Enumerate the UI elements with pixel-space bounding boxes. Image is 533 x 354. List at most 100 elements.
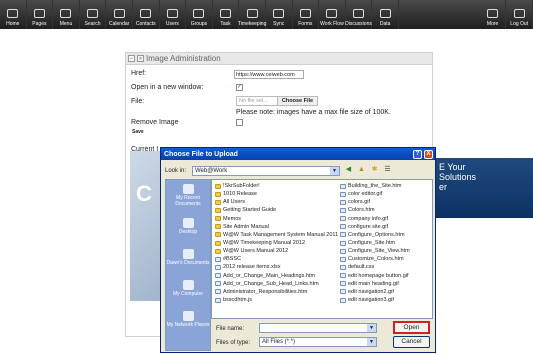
- close-panel-icon[interactable]: ×: [137, 55, 144, 62]
- file-list-item[interactable]: Colors.htm: [340, 206, 410, 214]
- file-list-item[interactable]: 1010 Release: [215, 190, 338, 198]
- panel-title: Image Administration: [146, 54, 221, 63]
- file-list-item[interactable]: default.css: [340, 263, 410, 271]
- file-list-item[interactable]: Site Admin Manual: [215, 223, 338, 231]
- file-list-item[interactable]: color editor.gif: [340, 190, 410, 198]
- places-bar: My Recent Documents Desktop Dawn's Documen…: [165, 179, 211, 351]
- place-label: Desktop: [178, 228, 198, 235]
- place-my-network-places[interactable]: My Network Places: [166, 304, 210, 335]
- file-chooser[interactable]: No file sel... Choose File: [236, 96, 318, 106]
- banner-line-3: er: [439, 182, 448, 192]
- nav-item-users[interactable]: Users: [160, 0, 187, 29]
- new-window-label: Open in a new window:: [131, 84, 204, 91]
- file-icon: [340, 240, 346, 246]
- file-name: bsscdhtm.js: [223, 297, 253, 304]
- file-list-item[interactable]: Add_or_Change_Sub_Head_Links.htm: [215, 280, 338, 288]
- file-icon: [340, 281, 346, 287]
- place-dawn-s-documents[interactable]: Dawn's Documents: [166, 242, 210, 273]
- file-name: Customize_Colors.htm: [348, 256, 404, 263]
- file-list-item[interactable]: Getting Started Guide: [215, 206, 338, 214]
- file-list-item[interactable]: Building_the_Site.htm: [340, 182, 410, 190]
- file-list-item[interactable]: Add_or_Change_Main_Headings.htm: [215, 272, 338, 280]
- place-my-computer[interactable]: My Computer: [166, 273, 210, 304]
- look-in-select[interactable]: Web@Work ▼: [192, 165, 340, 176]
- nav-item-task[interactable]: Task: [213, 0, 240, 29]
- nav-item-label: Home: [6, 21, 20, 27]
- file-icon: [340, 216, 346, 222]
- file-upload-dialog: Choose File to Upload ? X Look in: Web@W…: [160, 147, 436, 353]
- groups-icon: [193, 9, 205, 18]
- file-list-item[interactable]: colors.gif: [340, 198, 410, 206]
- file-list-item[interactable]: Customize_Colors.htm: [340, 255, 410, 263]
- nav-item-calendar[interactable]: Calendar: [106, 0, 133, 29]
- href-input[interactable]: https://www.ceiweb.com: [234, 70, 304, 79]
- file-list-item[interactable]: edit navigation2.gif: [340, 288, 410, 296]
- nav-item-work-flow[interactable]: Work Flow: [319, 0, 346, 29]
- file-list-item[interactable]: Administrator_Responsibilities.htm: [215, 288, 338, 296]
- pages-icon: [33, 9, 45, 18]
- nav-item-timekeeping[interactable]: Timekeeping: [238, 0, 266, 29]
- nav-item-data[interactable]: Data: [372, 0, 399, 29]
- file-list-item[interactable]: W@W Timekeeping Manual 2012: [215, 239, 338, 247]
- file-name: Add_or_Change_Main_Headings.htm: [223, 272, 316, 279]
- file-list-item[interactable]: All Users: [215, 198, 338, 206]
- nav-item-forms[interactable]: Forms: [293, 0, 320, 29]
- banner-line-1: E Your: [439, 162, 466, 172]
- nav-item-log-out[interactable]: Log Out: [506, 0, 533, 29]
- choose-file-button[interactable]: Choose File: [277, 97, 317, 105]
- file-list-item[interactable]: Configure_Options.htm: [340, 231, 410, 239]
- nav-item-discussions[interactable]: Discussions: [345, 0, 373, 29]
- file-name-input[interactable]: ▼: [259, 323, 377, 333]
- back-icon[interactable]: ◀: [344, 166, 353, 175]
- open-button[interactable]: Open: [393, 321, 430, 334]
- file-icon: [215, 297, 221, 303]
- file-name: company info.gif: [348, 215, 389, 222]
- file-list-item[interactable]: 2012 release items.xlsx: [215, 263, 338, 271]
- nav-item-pages[interactable]: Pages: [27, 0, 54, 29]
- file-list-item[interactable]: W@W Task Management System Manual 2011: [215, 231, 338, 239]
- nav-item-groups[interactable]: Groups: [186, 0, 213, 29]
- file-list-item[interactable]: configure site.gif: [340, 223, 410, 231]
- file-list-item[interactable]: company info.gif: [340, 215, 410, 223]
- new-window-checkbox[interactable]: ✓: [236, 84, 243, 91]
- cancel-button[interactable]: Cancel: [393, 336, 430, 348]
- chevron-down-icon[interactable]: ▼: [367, 324, 376, 332]
- new-folder-icon[interactable]: ✱: [370, 166, 379, 175]
- file-list-item[interactable]: !SkrSubFolder!: [215, 182, 338, 190]
- place-my-recent-documents[interactable]: My Recent Documents: [166, 180, 210, 211]
- save-button[interactable]: Save: [132, 129, 144, 135]
- nav-item-label: Log Out: [510, 21, 529, 27]
- banner-image: E Your Solutions er: [436, 158, 533, 218]
- nav-item-sync[interactable]: Sync: [266, 0, 293, 29]
- chevron-down-icon[interactable]: ▼: [330, 166, 339, 175]
- nav-item-search[interactable]: Search: [80, 0, 107, 29]
- place-label: My Network Places: [166, 321, 210, 328]
- file-list-item[interactable]: W@W Users Manual 2012: [215, 247, 338, 255]
- file-list-column-right: Building_the_Site.htm color editor.gif col…: [340, 182, 410, 304]
- nav-item-label: Search: [84, 21, 101, 27]
- nav-item-more[interactable]: More: [480, 0, 507, 29]
- look-in-label: Look in:: [165, 167, 187, 174]
- page-background: [0, 29, 533, 47]
- files-of-type-select[interactable]: All Files (*.*) ▼: [259, 337, 377, 347]
- chevron-down-icon[interactable]: ▼: [367, 338, 376, 346]
- up-folder-icon[interactable]: ▲: [357, 166, 366, 175]
- file-name: Memos: [223, 215, 242, 222]
- nav-item-home[interactable]: Home: [0, 0, 27, 29]
- remove-image-checkbox[interactable]: [236, 119, 243, 126]
- file-list-item[interactable]: edit main heading.gif: [340, 280, 410, 288]
- file-list-item[interactable]: Configure_Site.htm: [340, 239, 410, 247]
- views-menu-icon[interactable]: ☰: [383, 166, 392, 175]
- file-list-item[interactable]: bsscdhtm.js: [215, 296, 338, 304]
- collapse-icon[interactable]: −: [128, 55, 135, 62]
- close-button[interactable]: X: [424, 149, 433, 159]
- nav-item-contacts[interactable]: Contacts: [133, 0, 160, 29]
- help-button[interactable]: ?: [413, 149, 422, 159]
- file-list-item[interactable]: #BSSC: [215, 255, 338, 263]
- file-list-item[interactable]: Configure_Site_View.htm: [340, 247, 410, 255]
- file-list-item[interactable]: edit navigation3.gif: [340, 296, 410, 304]
- place-desktop[interactable]: Desktop: [166, 211, 210, 242]
- file-list-item[interactable]: Memos: [215, 215, 338, 223]
- file-list-item[interactable]: edit homepage button.gif: [340, 272, 410, 280]
- nav-item-menu[interactable]: Menu: [53, 0, 80, 29]
